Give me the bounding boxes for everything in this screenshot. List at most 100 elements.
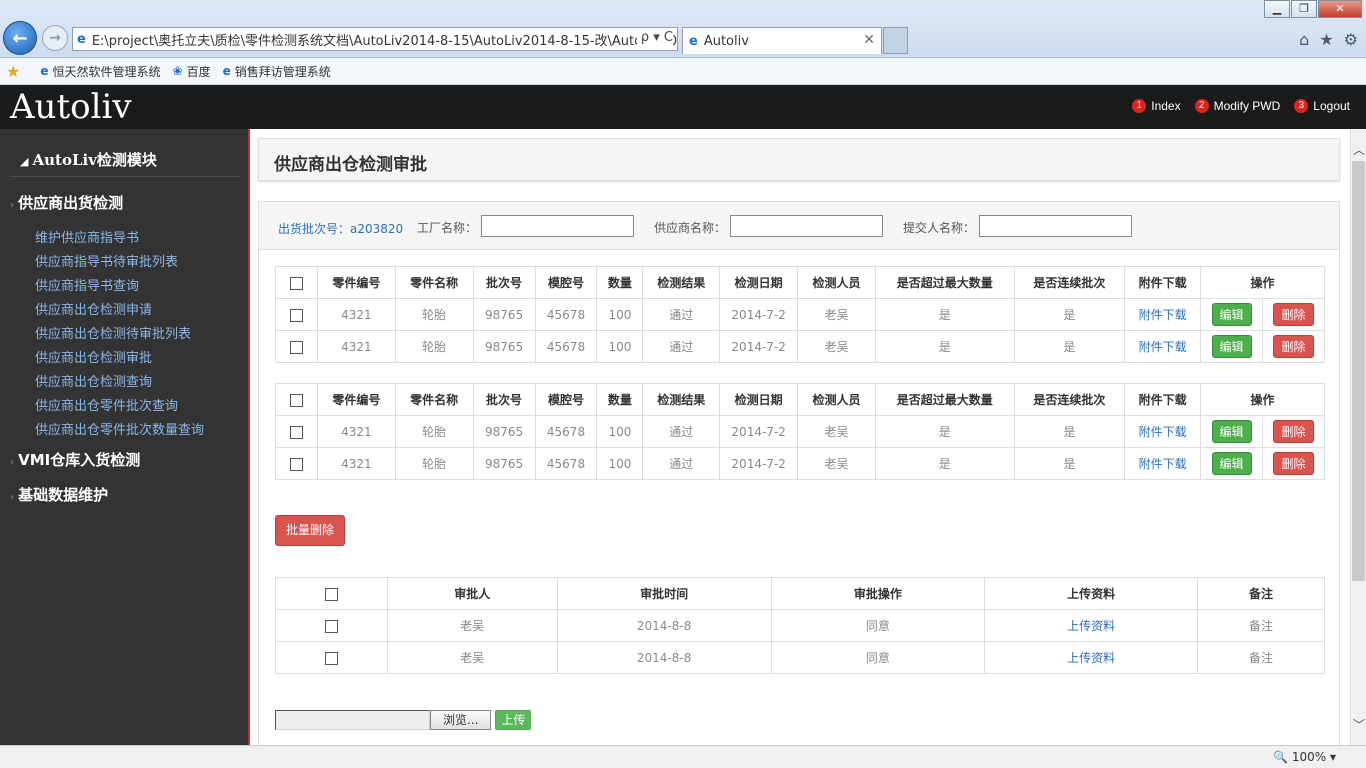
sidebar-item[interactable]: 供应商出仓检测申请 (35, 299, 152, 318)
favorite-link[interactable]: e 恒天然软件管理系统 (40, 63, 160, 80)
gear-icon[interactable]: ⚙ (1344, 30, 1358, 49)
attachment-download-link[interactable]: 附件下载 (1124, 447, 1202, 480)
browser-tab[interactable]: e Autoliv ✕ (682, 27, 882, 54)
sidebar-item[interactable]: 供应商指导书待审批列表 (35, 251, 178, 270)
sidebar-item[interactable]: 供应商出仓检测审批 (35, 347, 152, 366)
delete-button[interactable]: 删除 (1273, 452, 1314, 475)
delete-button[interactable]: 删除 (1273, 335, 1314, 358)
batch-delete-button[interactable]: 批量删除 (275, 515, 345, 546)
column-header: 检测人员 (797, 383, 876, 416)
window-controls: ▁ ❐ ✕ (1263, 0, 1362, 18)
upload-material-link[interactable]: 上传资料 (984, 609, 1199, 642)
chevron-up-icon[interactable]: ︿ (1353, 141, 1365, 158)
table-cell: 100 (596, 447, 644, 480)
row-select-cell (275, 447, 318, 480)
close-tab-icon[interactable]: ✕ (863, 32, 875, 48)
ie-icon: e (689, 33, 698, 49)
nav-index[interactable]: 1 Index (1132, 99, 1181, 113)
column-header: 批次号 (472, 266, 536, 299)
attachment-download-link[interactable]: 附件下载 (1124, 298, 1202, 331)
column-header: 附件下载 (1124, 266, 1202, 299)
status-bar: 🔍 100% ▾ (0, 745, 1366, 768)
chevron-icon: › (10, 492, 15, 503)
window-close-button[interactable]: ✕ (1318, 0, 1362, 18)
sidebar-item[interactable]: 供应商出仓检测查询 (35, 371, 152, 390)
page-header: 供应商出仓检测审批 (258, 138, 1340, 181)
ie-icon: e (40, 64, 49, 78)
table-cell: 是 (1013, 298, 1126, 331)
sidebar-group-supplier-shipping[interactable]: › 供应商出货检测 (10, 192, 123, 213)
page-scrollbar[interactable]: ︿ ﹀ (1350, 129, 1366, 745)
factory-input[interactable] (481, 215, 634, 237)
sidebar-item[interactable]: 供应商指导书查询 (35, 275, 139, 294)
select-all-checkbox[interactable] (324, 587, 338, 601)
nav-modify-pwd[interactable]: 2 Modify PWD (1194, 99, 1280, 113)
page-title: 供应商出仓检测审批 (274, 155, 427, 175)
table-cell: 是 (874, 298, 1015, 331)
module-title[interactable]: ◢ AutoLiv检测模块 (20, 149, 157, 170)
nav-logout[interactable]: 3 Logout (1294, 99, 1350, 113)
sidebar-item[interactable]: 供应商出仓检测待审批列表 (35, 323, 191, 342)
sidebar-item[interactable]: 供应商出仓零件批次查询 (35, 395, 178, 414)
address-text: E:\project\奥托立夫\质检\零件检测系统文档\AutoLiv2014-… (91, 33, 678, 49)
chevron-icon: › (10, 200, 15, 211)
favorite-link[interactable]: ❀ 百度 (173, 63, 211, 80)
file-path-input[interactable] (275, 710, 430, 730)
attachment-download-link[interactable]: 附件下载 (1124, 415, 1202, 448)
edit-button[interactable]: 编辑 (1211, 335, 1252, 358)
row-checkbox[interactable] (289, 340, 303, 354)
address-actions[interactable]: ρ ▾ C (636, 30, 673, 45)
upload-button[interactable]: 上传 (495, 710, 532, 730)
zoom-level[interactable]: 🔍 100% ▾ (1273, 750, 1336, 764)
sidebar-item[interactable]: 供应商出仓零件批次数量查询 (35, 419, 204, 438)
favorite-link[interactable]: e 销售拜访管理系统 (223, 63, 331, 80)
sidebar-group-vmi[interactable]: › VMI仓库入货检测 (10, 449, 140, 470)
forward-button[interactable]: → (42, 25, 68, 51)
column-header: 是否连续批次 (1013, 266, 1126, 299)
row-select-cell (275, 641, 388, 674)
column-header: 审批人 (386, 577, 558, 610)
supplier-input[interactable] (730, 215, 883, 237)
table-cell: 老吴 (797, 298, 876, 331)
submitter-input[interactable] (979, 215, 1132, 237)
favorites-star-icon[interactable]: ★ (6, 62, 20, 81)
ie-icon: e (77, 31, 86, 47)
new-tab-button[interactable] (883, 27, 908, 54)
select-all-checkbox[interactable] (289, 276, 303, 290)
select-all-checkbox[interactable] (289, 393, 303, 407)
favorites-star-icon[interactable]: ★ (1319, 30, 1333, 49)
row-select-cell (275, 609, 388, 642)
row-checkbox[interactable] (289, 457, 303, 471)
edit-cell: 编辑 (1200, 415, 1263, 448)
address-bar[interactable]: e E:\project\奥托立夫\质检\零件检测系统文档\AutoLiv201… (72, 27, 678, 51)
delete-button[interactable]: 删除 (1273, 303, 1314, 326)
chevron-down-icon[interactable]: ﹀ (1353, 716, 1365, 733)
row-checkbox[interactable] (289, 425, 303, 439)
top-nav: 1 Index 2 Modify PWD 3 Logout (1132, 99, 1350, 113)
sidebar-item[interactable]: 维护供应商指导书 (35, 227, 139, 246)
table-cell: 45678 (534, 447, 598, 480)
scrollbar-thumb[interactable] (1352, 161, 1365, 581)
table-cell: 老吴 (797, 330, 876, 363)
edit-button[interactable]: 编辑 (1211, 452, 1252, 475)
sidebar-group-basic-data[interactable]: › 基础数据维护 (10, 484, 108, 505)
edit-button[interactable]: 编辑 (1211, 303, 1252, 326)
attachment-download-link[interactable]: 附件下载 (1124, 330, 1202, 363)
delete-button[interactable]: 删除 (1273, 420, 1314, 443)
row-checkbox[interactable] (324, 619, 338, 633)
minimize-button[interactable]: ▁ (1264, 0, 1290, 18)
row-checkbox[interactable] (324, 651, 338, 665)
back-button[interactable]: ← (3, 21, 37, 55)
maximize-button[interactable]: ❐ (1291, 0, 1317, 18)
table-cell: 4321 (316, 298, 396, 331)
column-header: 检测人员 (797, 266, 876, 299)
home-icon[interactable]: ⌂ (1299, 30, 1309, 49)
column-header: 零件编号 (316, 383, 396, 416)
column-header: 操作 (1200, 383, 1325, 416)
table-cell: 老吴 (797, 415, 876, 448)
row-checkbox[interactable] (289, 308, 303, 322)
upload-material-link[interactable]: 上传资料 (984, 641, 1199, 674)
browse-button[interactable]: 浏览... (430, 710, 492, 730)
table-cell: 同意 (770, 609, 986, 642)
edit-button[interactable]: 编辑 (1211, 420, 1252, 443)
